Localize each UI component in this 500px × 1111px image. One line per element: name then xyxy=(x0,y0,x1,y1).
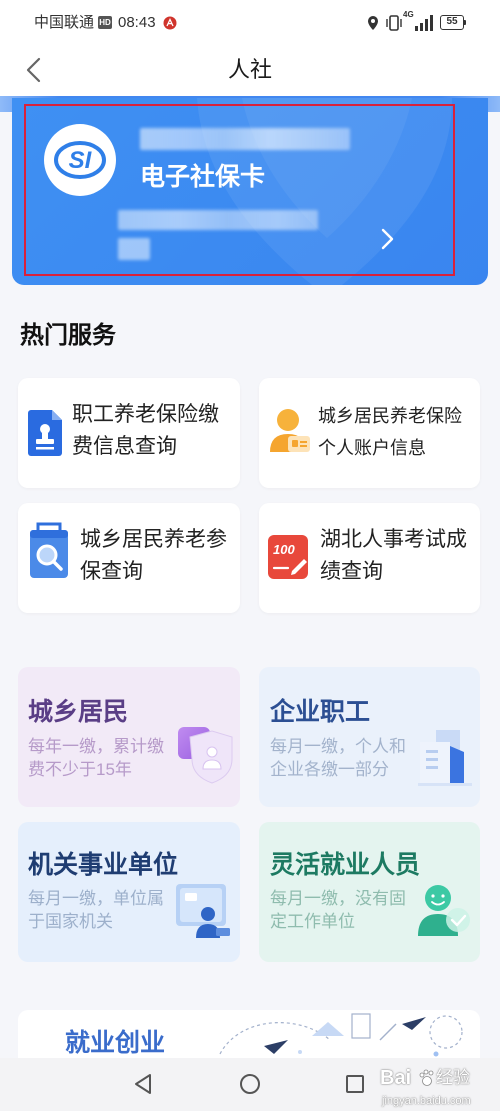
recents-nav-icon[interactable] xyxy=(346,1075,364,1093)
service-label: 费信息查询 xyxy=(72,435,177,458)
signal-icon xyxy=(415,15,433,31)
banner-illustration xyxy=(219,1013,463,1057)
service-label: 个人账户信息 xyxy=(318,438,426,458)
category-subtitle: 每月一缴，单位属 xyxy=(28,889,164,908)
page-title: 人社 xyxy=(227,57,272,82)
category-subtitle: 于国家机关 xyxy=(28,912,113,931)
category-subtitle: 企业各缴一部分 xyxy=(270,760,389,779)
document-stamp-icon xyxy=(28,410,62,456)
score-100-icon: 100 xyxy=(268,535,308,579)
building-icon xyxy=(418,730,472,786)
person-account-icon xyxy=(270,409,310,452)
service-label: 职工养老保险缴 xyxy=(72,403,219,426)
search-bag-icon xyxy=(30,522,68,578)
highlight-outline xyxy=(24,104,455,276)
category-title: 企业职工 xyxy=(270,698,371,726)
watermark-suffix: 经验 xyxy=(436,1068,470,1087)
service-card-pension-payment[interactable]: 职工养老保险缴 费信息查询 xyxy=(18,378,240,488)
category-title: 城乡居民 xyxy=(28,698,129,726)
network-type-label: 4G xyxy=(403,10,414,19)
banner-title: 就业创业 xyxy=(65,1029,166,1057)
category-card-public-institutions[interactable]: 机关事业单位 每月一缴，单位属 于国家机关 xyxy=(18,822,240,962)
shield-person-icon xyxy=(178,727,233,784)
category-title: 机关事业单位 xyxy=(28,851,179,879)
status-time: 08:43 xyxy=(118,14,156,31)
office-person-icon xyxy=(176,884,230,938)
watermark-url: jingyan.baidu.com xyxy=(382,1095,471,1107)
service-label: 绩查询 xyxy=(320,560,383,583)
carrier-label: 中国联通 xyxy=(34,14,95,31)
notification-icon xyxy=(163,16,177,30)
category-card-enterprise-employees[interactable]: 企业职工 每月一缴，个人和 企业各缴一部分 xyxy=(259,667,480,807)
screen: 中国联通 HD 08:43 4G 55 人社 SI 电子社保卡 热门服务 职工养… xyxy=(0,0,500,1111)
category-subtitle: 每月一缴，个人和 xyxy=(270,737,406,756)
service-label: 保查询 xyxy=(80,560,143,583)
category-title: 灵活就业人员 xyxy=(270,851,421,879)
service-label: 城乡居民养老参 xyxy=(80,528,227,551)
back-nav-icon[interactable] xyxy=(133,1073,153,1095)
category-card-flexible-employment[interactable]: 灵活就业人员 每月一缴，没有固 定工作单位 xyxy=(259,822,480,962)
watermark-brand: Bai xyxy=(380,1067,412,1089)
service-label: 城乡居民养老保险 xyxy=(318,406,462,426)
hd-badge: HD xyxy=(98,16,112,29)
category-subtitle: 费不少于15年 xyxy=(28,760,132,779)
service-label: 湖北人事考试成 xyxy=(320,528,467,551)
category-subtitle: 每月一缴，没有固 xyxy=(270,889,406,908)
category-subtitle: 每年一缴，累计缴 xyxy=(28,737,164,756)
battery-icon: 55 xyxy=(440,15,464,30)
home-nav-icon[interactable] xyxy=(240,1074,260,1094)
category-subtitle: 定工作单位 xyxy=(270,912,355,931)
service-card-resident-enrollment[interactable]: 城乡居民养老参 保查询 xyxy=(18,503,240,613)
service-card-resident-account[interactable]: 城乡居民养老保险 个人账户信息 xyxy=(259,378,480,488)
location-icon xyxy=(368,16,378,30)
score-icon-lettering: 100 xyxy=(273,542,295,557)
flexible-worker-icon xyxy=(418,885,470,936)
battery-tip xyxy=(464,20,466,25)
category-card-urban-rural-residents[interactable]: 城乡居民 每年一缴，累计缴 费不少于15年 xyxy=(18,667,240,807)
service-card-exam-score[interactable]: 100 湖北人事考试成 绩查询 xyxy=(259,503,480,613)
paw-icon xyxy=(419,1069,434,1086)
hot-services-heading: 热门服务 xyxy=(20,322,116,349)
vibrate-icon xyxy=(386,15,402,31)
